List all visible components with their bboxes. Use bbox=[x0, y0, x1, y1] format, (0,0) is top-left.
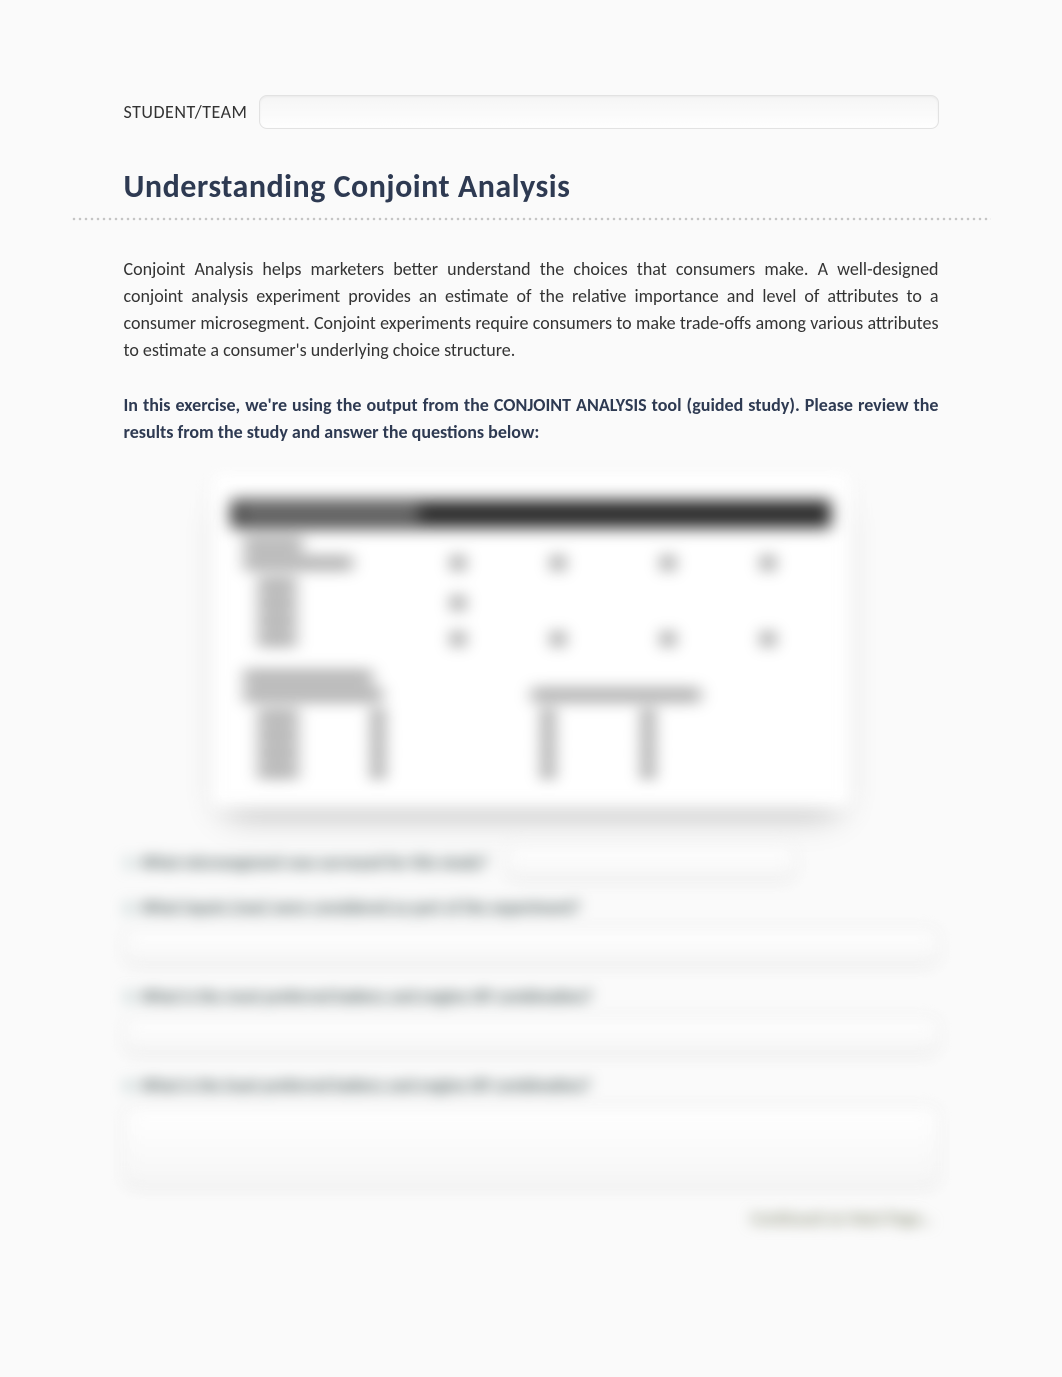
student-team-label: STUDENT/TEAM bbox=[124, 101, 248, 123]
question-1-label: 1.What microsegment was surveyed for thi… bbox=[124, 852, 488, 873]
question-2-answer[interactable] bbox=[124, 928, 939, 964]
question-1-row: 1.What microsegment was surveyed for thi… bbox=[124, 845, 939, 879]
question-4-label: 4.What is the least preferred battery an… bbox=[124, 1075, 591, 1096]
question-3-label: 3.What is the most preferred battery and… bbox=[124, 986, 593, 1007]
student-team-input[interactable] bbox=[259, 95, 938, 129]
intro-paragraph: Conjoint Analysis helps marketers better… bbox=[124, 256, 939, 364]
question-1-answer[interactable] bbox=[506, 845, 796, 879]
question-2-row: 2.What inputs (raw) were considered as p… bbox=[124, 897, 939, 964]
question-2-label: 2.What inputs (raw) were considered as p… bbox=[124, 897, 581, 918]
divider bbox=[71, 214, 991, 224]
question-4-row: 4.What is the least preferred battery an… bbox=[124, 1075, 939, 1186]
results-table-image bbox=[211, 474, 851, 809]
question-3-row: 3.What is the most preferred battery and… bbox=[124, 986, 939, 1053]
instruction-paragraph: In this exercise, we're using the output… bbox=[124, 392, 939, 446]
question-4-answer[interactable] bbox=[124, 1106, 939, 1186]
page-title: Understanding Conjoint Analysis bbox=[124, 167, 939, 206]
continued-footer: Continued on Next Page… bbox=[124, 1208, 939, 1229]
question-3-answer[interactable] bbox=[124, 1017, 939, 1053]
